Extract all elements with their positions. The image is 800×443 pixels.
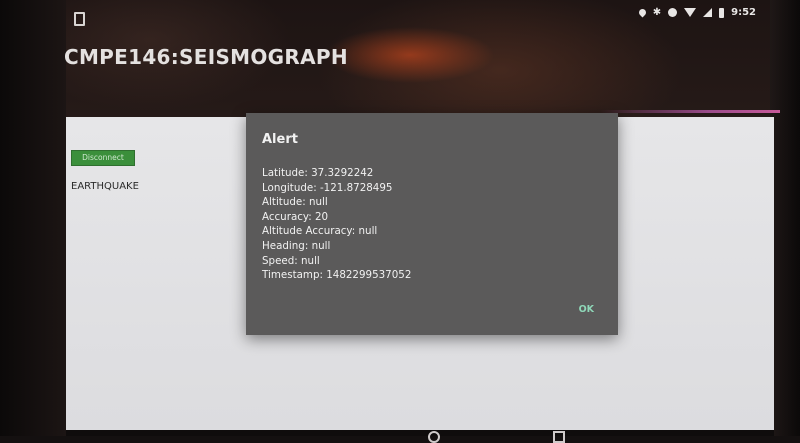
nav-home-circle-icon[interactable] (428, 431, 440, 443)
disconnect-button[interactable]: Disconnect (71, 150, 135, 166)
alert-line-latitude: Latitude: 37.3292242 (262, 167, 374, 179)
alert-line-timestamp: Timestamp: 1482299537052 (262, 269, 412, 282)
alert-line-accuracy: Accuracy: 20 (262, 210, 329, 223)
bluetooth-icon: ✱ (652, 6, 662, 18)
alert-dialog: Alert Latitude: 37.3292242 Longitude: -1… (246, 113, 618, 335)
signal-icon (703, 8, 713, 17)
status-time: 9:52 (731, 7, 756, 18)
tablet-bezel-left (0, 0, 66, 436)
battery-icon (719, 7, 725, 18)
status-bar: ✱ 9:52 (66, 0, 770, 30)
alert-line-altitude-accuracy: Altitude Accuracy: null (262, 225, 378, 238)
ok-button[interactable]: OK (579, 304, 594, 315)
nav-recents-square-icon[interactable] (553, 431, 565, 443)
status-icons: ✱ 9:52 (637, 6, 756, 18)
alert-line-heading: Heading: null (262, 239, 331, 252)
alert-line-altitude: Altitude: null (262, 196, 328, 209)
alert-title: Alert (262, 132, 298, 147)
wifi-icon (684, 8, 697, 17)
tablet-bezel-right (770, 0, 800, 436)
earthquake-label: EARTHQUAKE (71, 181, 139, 192)
alert-line-longitude: Longitude: -121.8728495 (262, 181, 393, 194)
app-title: CMPE146:SEISMOGRAPH (64, 45, 348, 69)
alert-line-speed: Speed: null (262, 254, 320, 267)
alert-message: Latitude: 37.3292242 Longitude: -121.872… (262, 166, 411, 283)
notification-icon (74, 12, 85, 26)
location-icon (637, 7, 648, 18)
navigation-bar (66, 430, 774, 436)
dot-icon (668, 8, 678, 17)
screen-glare-line (600, 110, 780, 113)
